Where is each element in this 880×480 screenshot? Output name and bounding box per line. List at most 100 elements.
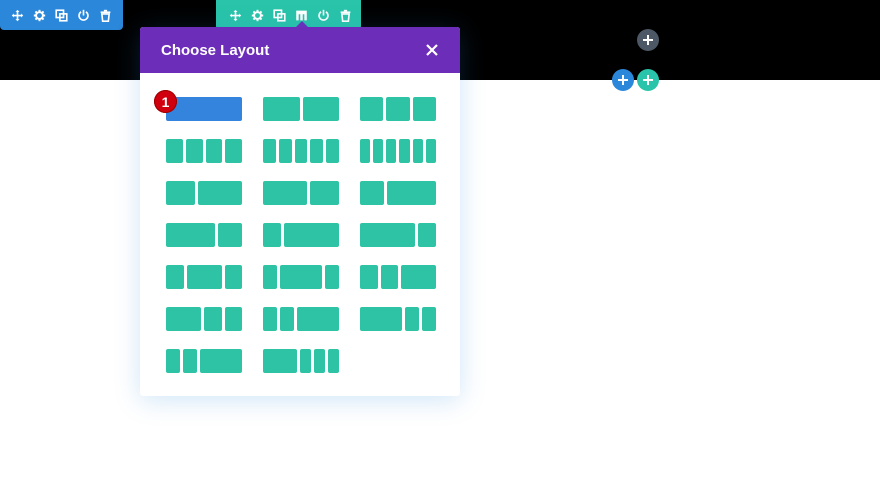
layout-option[interactable] bbox=[166, 181, 242, 205]
layout-column bbox=[360, 139, 371, 163]
layout-option[interactable] bbox=[166, 139, 242, 163]
layout-option[interactable] bbox=[166, 265, 242, 289]
layout-column bbox=[284, 223, 339, 247]
layout-column bbox=[360, 265, 378, 289]
layout-column bbox=[263, 139, 276, 163]
close-button[interactable] bbox=[424, 42, 440, 58]
layout-column bbox=[297, 307, 339, 331]
layout-column bbox=[280, 307, 294, 331]
layout-column bbox=[225, 139, 242, 163]
layout-column bbox=[360, 307, 402, 331]
layout-column bbox=[380, 265, 398, 289]
step-badge: 1 bbox=[154, 90, 177, 113]
layout-column bbox=[302, 97, 339, 121]
layout-option[interactable] bbox=[263, 349, 339, 373]
layout-column bbox=[204, 307, 222, 331]
layout-column bbox=[327, 349, 339, 373]
layout-column bbox=[166, 139, 183, 163]
add-section-below-button[interactable] bbox=[612, 69, 634, 91]
layout-column bbox=[422, 307, 436, 331]
layout-option[interactable] bbox=[263, 223, 339, 247]
move-icon[interactable] bbox=[6, 4, 28, 26]
gear-icon[interactable] bbox=[246, 4, 268, 26]
layout-column bbox=[294, 139, 308, 163]
layout-option[interactable] bbox=[263, 307, 339, 331]
layout-option[interactable] bbox=[360, 223, 436, 247]
row-toolbar bbox=[216, 0, 361, 30]
layout-column bbox=[263, 181, 307, 205]
layout-column bbox=[166, 181, 196, 205]
layout-column bbox=[386, 97, 410, 121]
modal-header: Choose Layout bbox=[140, 27, 460, 73]
layout-column bbox=[417, 223, 436, 247]
layout-column bbox=[278, 139, 292, 163]
layout-option[interactable] bbox=[360, 181, 436, 205]
layout-column bbox=[224, 265, 242, 289]
layout-column bbox=[299, 349, 311, 373]
plus-icon bbox=[643, 35, 653, 45]
layout-option[interactable] bbox=[263, 97, 339, 121]
layout-column bbox=[387, 181, 436, 205]
layout-column bbox=[217, 223, 242, 247]
trash-icon[interactable] bbox=[334, 4, 356, 26]
layout-column bbox=[360, 97, 384, 121]
layout-column bbox=[326, 139, 339, 163]
close-icon bbox=[426, 44, 438, 56]
layout-column bbox=[425, 139, 436, 163]
layout-column bbox=[399, 139, 410, 163]
layout-option[interactable] bbox=[166, 97, 242, 121]
layout-column bbox=[166, 349, 180, 373]
move-icon[interactable] bbox=[224, 4, 246, 26]
layout-column bbox=[205, 139, 223, 163]
layout-column bbox=[412, 97, 436, 121]
layout-grid: 1 bbox=[140, 73, 460, 373]
layout-option[interactable] bbox=[360, 97, 436, 121]
duplicate-icon[interactable] bbox=[268, 4, 290, 26]
layout-option[interactable] bbox=[263, 139, 339, 163]
layout-option[interactable] bbox=[263, 181, 339, 205]
layout-option[interactable] bbox=[263, 265, 339, 289]
layout-option[interactable] bbox=[360, 265, 436, 289]
layout-column bbox=[412, 139, 423, 163]
power-icon[interactable] bbox=[72, 4, 94, 26]
layout-column bbox=[186, 265, 222, 289]
layout-column bbox=[200, 349, 242, 373]
layout-column bbox=[325, 265, 339, 289]
layout-column bbox=[263, 223, 282, 247]
layout-column bbox=[166, 223, 215, 247]
layout-column bbox=[360, 223, 415, 247]
layout-column bbox=[185, 139, 203, 163]
layout-option[interactable] bbox=[360, 307, 436, 331]
layout-column bbox=[183, 349, 197, 373]
layout-column bbox=[309, 181, 339, 205]
layout-column bbox=[263, 265, 277, 289]
layout-column bbox=[166, 265, 184, 289]
layout-column bbox=[263, 307, 277, 331]
power-icon[interactable] bbox=[312, 4, 334, 26]
add-section-button[interactable] bbox=[637, 29, 659, 51]
layout-column bbox=[405, 307, 419, 331]
layout-option[interactable] bbox=[360, 139, 436, 163]
layout-column bbox=[373, 139, 384, 163]
layout-column bbox=[280, 265, 322, 289]
layout-column bbox=[313, 349, 325, 373]
layout-option[interactable] bbox=[166, 223, 242, 247]
layout-column bbox=[401, 265, 436, 289]
layout-option[interactable] bbox=[166, 307, 242, 331]
layout-option[interactable] bbox=[166, 349, 242, 373]
layout-column bbox=[310, 139, 324, 163]
layout-column bbox=[386, 139, 397, 163]
layout-column bbox=[263, 349, 297, 373]
choose-layout-modal: Choose Layout 1 bbox=[140, 27, 460, 396]
layout-column bbox=[224, 307, 242, 331]
add-row-button[interactable] bbox=[637, 69, 659, 91]
layout-column bbox=[166, 97, 242, 121]
layout-column bbox=[360, 181, 385, 205]
plus-icon bbox=[618, 75, 628, 85]
layout-column bbox=[166, 307, 201, 331]
plus-icon bbox=[643, 75, 653, 85]
trash-icon[interactable] bbox=[94, 4, 116, 26]
modal-title: Choose Layout bbox=[161, 41, 270, 59]
gear-icon[interactable] bbox=[28, 4, 50, 26]
duplicate-icon[interactable] bbox=[50, 4, 72, 26]
